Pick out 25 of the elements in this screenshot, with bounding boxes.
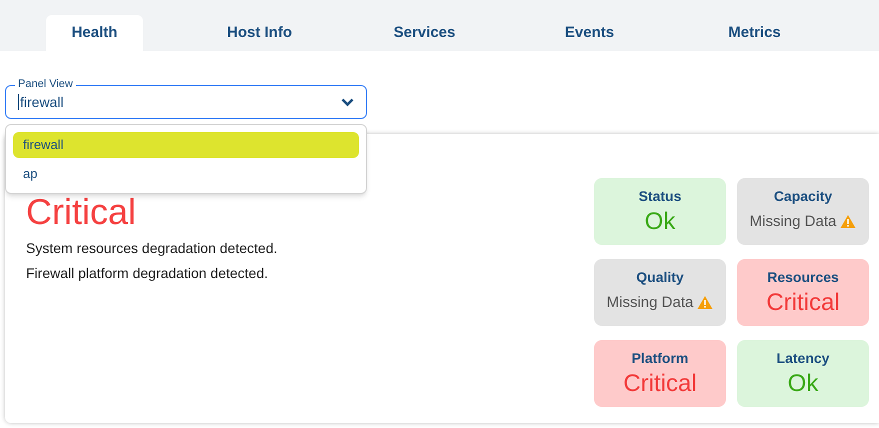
select-value: firewall xyxy=(18,94,64,110)
health-message: Firewall platform degradation detected. xyxy=(26,264,270,283)
tile-title: Resources xyxy=(767,268,839,286)
tile-value: Missing Data xyxy=(606,292,694,312)
tile-title: Quality xyxy=(636,268,684,286)
tab[interactable]: Metrics xyxy=(706,15,803,51)
warning-icon xyxy=(840,214,856,229)
health-message: System resources degradation detected. xyxy=(26,239,278,258)
tile-value: Ok xyxy=(644,206,676,236)
dropdown-option[interactable]: ap xyxy=(13,161,359,187)
tile-value: Missing Data xyxy=(750,212,836,232)
tile-title: Status xyxy=(638,186,682,204)
tab[interactable]: Host Info xyxy=(211,15,308,51)
tile-title: Latency xyxy=(776,348,830,366)
tile-value: Critical xyxy=(766,288,840,318)
dropdown-option[interactable]: firewall xyxy=(13,132,359,158)
tile-title: Platform xyxy=(632,348,688,366)
tab[interactable]: Health xyxy=(46,15,143,51)
tile-value: Critical xyxy=(623,368,697,398)
health-status: Critical xyxy=(26,194,138,230)
tile-value: Ok xyxy=(788,368,818,398)
tab[interactable]: Services xyxy=(376,15,473,51)
tab[interactable]: Events xyxy=(541,15,638,51)
warning-icon xyxy=(697,295,714,310)
tile-title: Capacity xyxy=(774,186,832,204)
